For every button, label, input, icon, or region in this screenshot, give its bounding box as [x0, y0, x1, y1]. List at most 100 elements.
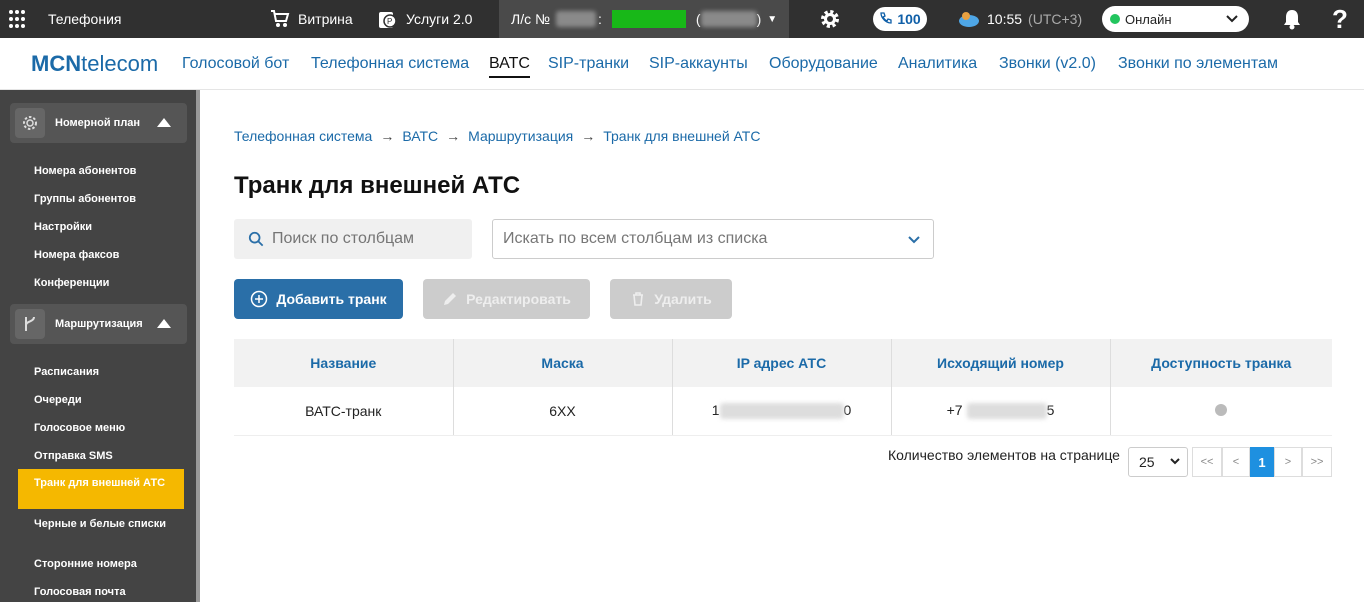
collapse-icon: [157, 118, 171, 127]
time: 10:55: [987, 11, 1023, 27]
bell-icon[interactable]: [1282, 0, 1302, 38]
delete-button[interactable]: Удалить: [610, 279, 732, 319]
phone-icon: [880, 12, 892, 24]
ip-end: 0: [843, 402, 852, 419]
nav-equipment[interactable]: Оборудование: [769, 55, 878, 73]
breadcrumb-vats[interactable]: ВАТС: [402, 128, 438, 144]
first-page-button[interactable]: <<: [1192, 447, 1222, 477]
cell-availability: [1110, 387, 1332, 436]
chevron-down-icon: [908, 236, 920, 244]
status-label: Онлайн: [1125, 11, 1172, 27]
table-header-row: Название Маска IP адрес АТС Исходящий но…: [234, 339, 1332, 387]
page-1-button[interactable]: 1: [1250, 447, 1274, 477]
sidebar-item-subscriber-groups[interactable]: Группы абонентов: [34, 193, 174, 205]
col-name[interactable]: Название: [234, 339, 454, 387]
chevron-down-icon: [1226, 15, 1238, 23]
cell-mask: 6XX: [453, 387, 673, 436]
arrow-right-icon: →: [446, 128, 461, 144]
status-dot: [1110, 14, 1120, 24]
sidebar-item-third-party-numbers[interactable]: Сторонние номера: [34, 558, 174, 570]
section-routing[interactable]: Маршрутизация: [10, 304, 187, 344]
ip-start: 1: [711, 402, 720, 419]
col-mask[interactable]: Маска: [453, 339, 673, 387]
section-number-plan[interactable]: Номерной план: [10, 103, 187, 143]
column-filter-placeholder: Искать по всем столбцам из списка: [503, 230, 768, 247]
search-input[interactable]: [272, 230, 472, 248]
nav-vats[interactable]: ВАТС: [489, 55, 530, 78]
add-trunk-label: Добавить транк: [276, 291, 387, 307]
nav-voice-bot[interactable]: Голосовой бот: [182, 55, 289, 73]
col-availability[interactable]: Доступность транка: [1110, 339, 1332, 387]
main-nav: MCNtelecom Голосовой бот Телефонная сист…: [0, 38, 1364, 90]
sidebar-item-sms[interactable]: Отправка SMS: [34, 450, 174, 462]
chevron-down-icon: ▼: [767, 13, 778, 25]
apps-grid-icon[interactable]: [8, 8, 30, 30]
search-icon: [248, 231, 264, 247]
sidebar-item-fax-numbers[interactable]: Номера факсов: [34, 249, 174, 261]
sidebar-item-subscriber-numbers[interactable]: Номера абонентов: [34, 165, 174, 177]
col-outgoing-number[interactable]: Исходящий номер: [891, 339, 1111, 387]
cell-outgoing-number: +7 5: [891, 387, 1111, 436]
logo-rest: telecom: [81, 51, 159, 76]
sidebar-item-voice-menu[interactable]: Голосовое меню: [34, 422, 174, 434]
last-page-button[interactable]: >>: [1302, 447, 1332, 477]
gear-icon[interactable]: [818, 0, 842, 38]
nav-sip-accounts[interactable]: SIP-аккаунты: [649, 55, 748, 73]
cart-icon: [271, 10, 290, 27]
search-box[interactable]: [234, 219, 472, 259]
arrow-right-icon: →: [380, 128, 395, 144]
sidebar-item-settings[interactable]: Настройки: [34, 221, 174, 233]
nav-sip-trunks[interactable]: SIP-транки: [548, 55, 629, 73]
services-link[interactable]: P Услуги 2.0: [378, 0, 472, 38]
delete-label: Удалить: [654, 291, 712, 307]
sidebar-item-voicemail[interactable]: Голосовая почта: [34, 586, 174, 598]
trash-icon: [633, 292, 644, 306]
column-filter-select[interactable]: Искать по всем столбцам из списка: [492, 219, 934, 259]
pencil-icon: [444, 293, 457, 305]
weather-icon: [959, 12, 979, 27]
showcase-label: Витрина: [298, 11, 353, 27]
sidebar: Номерной план Номера абонентов Группы аб…: [0, 90, 200, 602]
edit-button[interactable]: Редактировать: [423, 279, 590, 319]
page-size-select[interactable]: 25: [1128, 447, 1188, 477]
account-paren-open: (: [695, 11, 701, 27]
add-trunk-button[interactable]: Добавить транк: [234, 279, 403, 319]
next-page-button[interactable]: >: [1274, 447, 1302, 477]
section-label: Номерной план: [55, 117, 141, 129]
breadcrumb: Телефонная система → ВАТС → Маршрутизация → Тр…: [234, 128, 760, 144]
plus-circle-icon: [251, 290, 268, 308]
nav-phone-system[interactable]: Телефонная система: [311, 55, 469, 73]
showcase-link[interactable]: Витрина: [270, 0, 353, 38]
breadcrumb-current[interactable]: Транк для внешней АТС: [603, 128, 760, 144]
ip-blurred: [719, 403, 844, 420]
col-ip[interactable]: IP адрес АТС: [672, 339, 892, 387]
clock: 10:55 (UTC+3): [957, 0, 1082, 38]
prev-page-button[interactable]: <: [1222, 447, 1250, 477]
breadcrumb-phone-system[interactable]: Телефонная система: [234, 128, 372, 144]
nav-calls-by-elements[interactable]: Звонки по элементам: [1118, 55, 1278, 73]
sidebar-item-conferences[interactable]: Конференции: [34, 277, 174, 289]
section-label: Маршрутизация: [55, 318, 143, 330]
trunks-table: Название Маска IP адрес АТС Исходящий но…: [234, 339, 1332, 436]
logo[interactable]: MCNtelecom: [31, 51, 158, 77]
table-row[interactable]: ВАТС-транк 6XX 10 +7 5: [234, 387, 1332, 436]
help-icon[interactable]: ?: [1332, 0, 1348, 38]
sidebar-item-black-white-lists[interactable]: Черные и белые списки: [34, 518, 174, 530]
sidebar-item-schedules[interactable]: Расписания: [34, 366, 174, 378]
sidebar-item-queues[interactable]: Очереди: [34, 394, 174, 406]
app-title: Телефония: [48, 11, 122, 27]
sidebar-item-external-trunk[interactable]: Транк для внешней АТС: [18, 469, 184, 509]
status-select[interactable]: Онлайн: [1102, 6, 1249, 32]
number-start: +7: [946, 402, 963, 419]
timezone: (UTC+3): [1028, 11, 1083, 27]
arrow-right-icon: →: [581, 128, 596, 144]
calls-counter[interactable]: 100: [873, 7, 927, 31]
chevron-down-icon: [1170, 458, 1180, 465]
nav-calls-v2[interactable]: Звонки (v2.0): [999, 55, 1096, 73]
nav-analytics[interactable]: Аналитика: [898, 55, 977, 73]
breadcrumb-routing[interactable]: Маршрутизация: [468, 128, 573, 144]
calls-count: 100: [897, 11, 921, 27]
page-size-label: Количество элементов на странице: [888, 447, 1120, 463]
availability-indicator: [1215, 403, 1228, 416]
account-selector[interactable]: Л/с № : ( ) ▼: [499, 0, 789, 38]
